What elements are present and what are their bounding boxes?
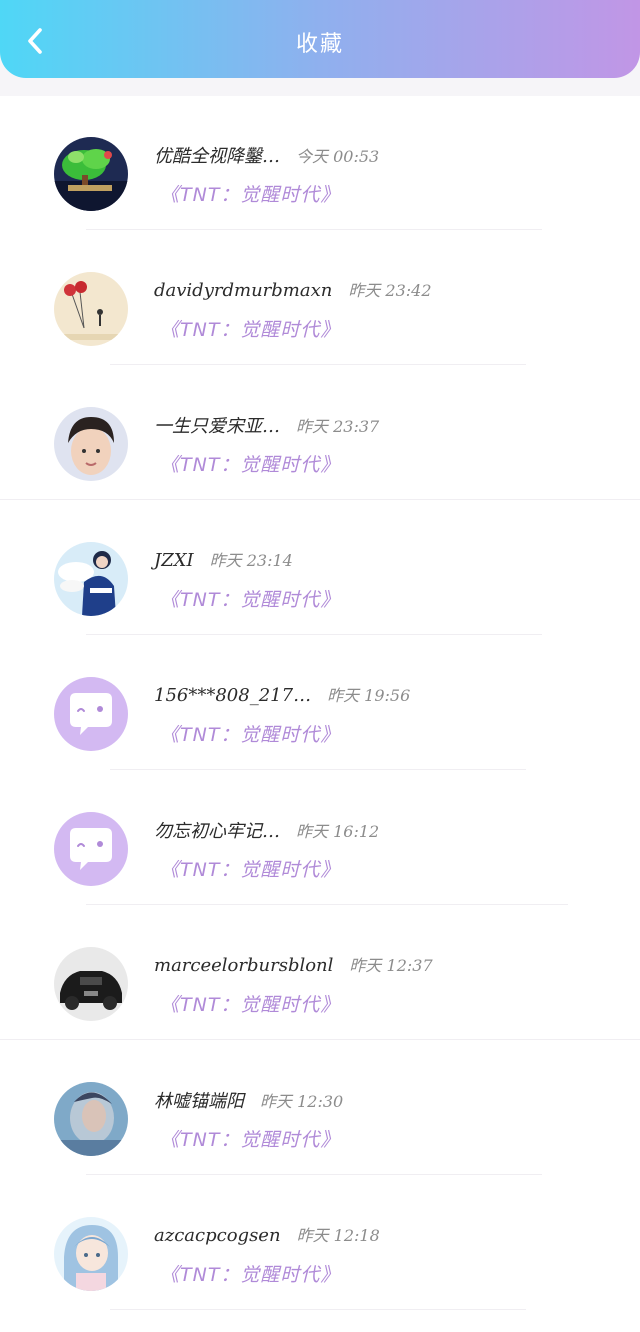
divider xyxy=(0,499,640,500)
timestamp: 昨天 12:37 xyxy=(349,956,433,975)
work-title-link[interactable]: 《TNT：觉醒时代》 xyxy=(160,1260,340,1287)
divider xyxy=(110,1309,526,1310)
work-title-link[interactable]: 《TNT：觉醒时代》 xyxy=(160,990,340,1017)
avatar[interactable] xyxy=(54,272,128,346)
divider xyxy=(110,769,526,770)
timestamp: 昨天 16:12 xyxy=(296,822,380,841)
default-chat-avatar-icon xyxy=(54,812,128,886)
list-item[interactable]: 一生只爱宋亚… 昨天 23:37 《TNT：觉醒时代》 xyxy=(0,366,640,501)
timestamp: 昨天 12:30 xyxy=(260,1092,344,1111)
user-name: JZXI xyxy=(154,550,194,571)
divider xyxy=(110,364,526,365)
timestamp: 今天 00:53 xyxy=(296,147,380,166)
divider xyxy=(86,634,542,635)
avatar[interactable] xyxy=(54,1217,128,1291)
avatar[interactable] xyxy=(54,137,128,211)
user-name: 林嘘锚端阳 xyxy=(154,1091,244,1112)
avatar[interactable] xyxy=(54,1082,128,1156)
list-item[interactable]: 156***808_217… 昨天 19:56 《TNT：觉醒时代》 xyxy=(0,636,640,771)
list-item[interactable]: 勿忘初心牢记… 昨天 16:12 《TNT：觉醒时代》 xyxy=(0,771,640,906)
divider xyxy=(86,1174,542,1175)
timestamp: 昨天 19:56 xyxy=(327,686,411,705)
avatar[interactable] xyxy=(54,407,128,481)
user-name: 勿忘初心牢记… xyxy=(154,821,280,842)
favorites-list: 优酷全视降鑿… 今天 00:53 《TNT：觉醒时代》 davidyrdmurb… xyxy=(0,96,640,1332)
list-item[interactable]: marceelorbursblonl 昨天 12:37 《TNT：觉醒时代》 xyxy=(0,906,640,1041)
user-name: azcacpcogsen xyxy=(154,1225,281,1246)
user-name: 优酷全视降鑿… xyxy=(154,146,280,167)
work-title-link[interactable]: 《TNT：觉醒时代》 xyxy=(160,315,340,342)
avatar[interactable] xyxy=(54,542,128,616)
work-title-link[interactable]: 《TNT：觉醒时代》 xyxy=(160,855,340,882)
user-name: 156***808_217… xyxy=(154,685,312,706)
timestamp: 昨天 12:18 xyxy=(296,1226,380,1245)
avatar[interactable] xyxy=(54,812,128,886)
divider xyxy=(86,904,568,905)
list-item[interactable]: azcacpcogsen 昨天 12:18 《TNT：觉醒时代》 xyxy=(0,1176,640,1311)
work-title-link[interactable]: 《TNT：觉醒时代》 xyxy=(160,585,340,612)
avatar[interactable] xyxy=(54,677,128,751)
list-item[interactable]: JZXI 昨天 23:14 《TNT：觉醒时代》 xyxy=(0,501,640,636)
user-name: 一生只爱宋亚… xyxy=(154,416,280,437)
timestamp: 昨天 23:42 xyxy=(348,281,432,300)
default-chat-avatar-icon xyxy=(54,677,128,751)
list-item[interactable]: 林嘘锚端阳 昨天 12:30 《TNT：觉醒时代》 xyxy=(0,1041,640,1176)
user-name: davidyrdmurbmaxn xyxy=(154,280,333,301)
avatar[interactable] xyxy=(54,947,128,1021)
divider xyxy=(86,229,542,230)
header-bar: 收藏 xyxy=(0,0,640,78)
work-title-link[interactable]: 《TNT：觉醒时代》 xyxy=(160,180,340,207)
divider xyxy=(0,1039,640,1040)
work-title-link[interactable]: 《TNT：觉醒时代》 xyxy=(160,1125,340,1152)
work-title-link[interactable]: 《TNT：觉醒时代》 xyxy=(160,450,340,477)
timestamp: 昨天 23:14 xyxy=(209,551,293,570)
list-item[interactable]: davidyrdmurbmaxn 昨天 23:42 《TNT：觉醒时代》 xyxy=(0,231,640,366)
page-title: 收藏 xyxy=(295,32,344,57)
timestamp: 昨天 23:37 xyxy=(296,417,380,436)
user-name: marceelorbursblonl xyxy=(154,955,334,976)
list-item[interactable]: 优酷全视降鑿… 今天 00:53 《TNT：觉醒时代》 xyxy=(0,96,640,231)
work-title-link[interactable]: 《TNT：觉醒时代》 xyxy=(160,720,340,747)
